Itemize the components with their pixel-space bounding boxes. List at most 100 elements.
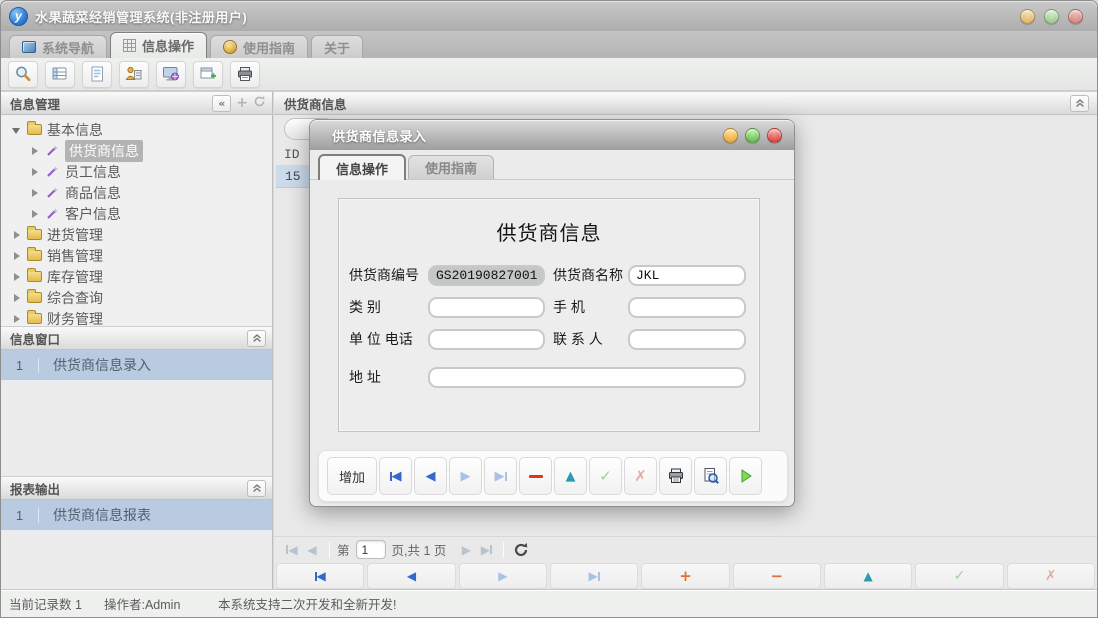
previous-record-button[interactable]: ◀ xyxy=(414,457,447,495)
folder-icon xyxy=(27,292,42,303)
page-number-input[interactable] xyxy=(356,540,386,559)
refresh-tree-icon[interactable] xyxy=(253,95,266,111)
last-record-button[interactable]: ▶ xyxy=(484,457,517,495)
tree-item-basic-info[interactable]: 基本信息 xyxy=(1,119,272,140)
tree-item-finance-mgmt[interactable]: 财务管理 xyxy=(1,308,272,326)
tab-system-nav[interactable]: 系统导航 xyxy=(9,35,107,58)
tree-item-purchase-mgmt[interactable]: 进货管理 xyxy=(1,224,272,245)
delete-icon xyxy=(529,475,543,478)
print-record-button[interactable] xyxy=(659,457,692,495)
record-up-button[interactable]: ▲ xyxy=(824,563,912,589)
next-record-button[interactable]: ▶ xyxy=(449,457,482,495)
tab-info-operations[interactable]: 信息操作 xyxy=(110,32,207,58)
employee-report-button[interactable] xyxy=(119,61,149,88)
tree-item-sales-mgmt[interactable]: 销售管理 xyxy=(1,245,272,266)
minimize-button[interactable] xyxy=(1020,9,1035,24)
tree-item-inventory-mgmt[interactable]: 库存管理 xyxy=(1,266,272,287)
collapse-sidebar-button[interactable]: « xyxy=(212,95,231,112)
first-record-button[interactable]: ◀ xyxy=(379,457,412,495)
record-last-button[interactable]: ▶ xyxy=(550,563,638,589)
supplier-entry-dialog: 供货商信息录入 信息操作 使用指南 供货商信息 供货商编号 供货商名称 类 别 … xyxy=(309,119,795,507)
first-page-icon[interactable]: ◀ xyxy=(282,541,302,559)
dialog-tab-bar: 信息操作 使用指南 xyxy=(310,154,794,180)
record-first-button[interactable]: ◀ xyxy=(276,563,364,589)
page-prefix-label: 第 xyxy=(337,540,350,559)
dialog-tab-user-guide[interactable]: 使用指南 xyxy=(408,155,494,179)
supplier-code-field[interactable] xyxy=(428,265,545,286)
last-page-icon[interactable]: ▶ xyxy=(476,541,496,559)
cancel-button[interactable]: ✗ xyxy=(624,457,657,495)
category-label: 类 别 xyxy=(349,297,381,317)
print-button[interactable] xyxy=(230,61,260,88)
page-suffix-label: 页,共 1 页 xyxy=(392,540,447,559)
tree-item-query[interactable]: 综合查询 xyxy=(1,287,272,308)
tree-item-label: 商品信息 xyxy=(65,183,121,203)
tab-label: 使用指南 xyxy=(425,158,477,177)
collapse-arrow-icon[interactable] xyxy=(11,124,23,136)
search-button[interactable] xyxy=(8,61,38,88)
list-view-button[interactable] xyxy=(45,61,75,88)
list-item-supplier-report[interactable]: 1 供货商信息报表 xyxy=(1,500,272,531)
folder-icon xyxy=(27,250,42,261)
collapse-panel-button[interactable] xyxy=(247,330,266,347)
mobile-field[interactable] xyxy=(628,297,746,318)
delete-record-button[interactable] xyxy=(519,457,552,495)
list-item-supplier-entry[interactable]: 1 供货商信息录入 xyxy=(1,350,272,381)
window-add-button[interactable] xyxy=(193,61,223,88)
info-window-panel-header: 信息窗口 xyxy=(1,326,272,350)
run-report-button[interactable] xyxy=(729,457,762,495)
monitor-button[interactable] xyxy=(156,61,186,88)
expand-arrow-icon[interactable] xyxy=(29,208,41,220)
expand-arrow-icon[interactable] xyxy=(11,271,23,283)
expand-arrow-icon[interactable] xyxy=(29,166,41,178)
address-field[interactable] xyxy=(428,367,746,388)
expand-arrow-icon[interactable] xyxy=(29,145,41,157)
collapse-panel-button[interactable] xyxy=(247,480,266,497)
collapse-main-panel-button[interactable] xyxy=(1070,95,1089,112)
contact-label: 联 系 人 xyxy=(553,329,603,349)
close-button[interactable] xyxy=(1068,9,1083,24)
help-coin-icon xyxy=(223,40,237,54)
dialog-window-controls xyxy=(723,128,782,143)
expand-arrow-icon[interactable] xyxy=(11,292,23,304)
category-field[interactable] xyxy=(428,297,545,318)
dialog-close-button[interactable] xyxy=(767,128,782,143)
tree-item-employee-info[interactable]: 员工信息 xyxy=(1,161,272,182)
tab-user-guide[interactable]: 使用指南 xyxy=(210,35,308,58)
unit-phone-field[interactable] xyxy=(428,329,545,350)
expand-arrow-icon[interactable] xyxy=(11,313,23,325)
maximize-button[interactable] xyxy=(1044,9,1059,24)
move-up-button[interactable]: ▲ xyxy=(554,457,587,495)
dialog-tab-info-operations[interactable]: 信息操作 xyxy=(318,154,406,180)
next-page-icon[interactable]: ▶ xyxy=(456,541,476,559)
add-button-label: 增加 xyxy=(339,467,365,486)
add-record-button[interactable]: 增加 xyxy=(327,457,377,495)
record-confirm-button[interactable]: ✓ xyxy=(915,563,1003,589)
record-previous-button[interactable]: ◀ xyxy=(367,563,455,589)
record-cancel-button[interactable]: ✗ xyxy=(1007,563,1095,589)
dialog-maximize-button[interactable] xyxy=(745,128,760,143)
print-preview-button[interactable] xyxy=(694,457,727,495)
refresh-icon[interactable] xyxy=(511,541,531,559)
record-next-button[interactable]: ▶ xyxy=(459,563,547,589)
system-nav-icon xyxy=(22,41,36,53)
operator-label: 操作者:Admin xyxy=(104,594,218,613)
tab-about[interactable]: 关于 xyxy=(311,35,363,58)
add-node-icon[interactable]: + xyxy=(236,96,248,110)
grid-column-header-id: ID xyxy=(284,147,300,162)
record-add-button[interactable]: + xyxy=(641,563,729,589)
document-button[interactable] xyxy=(82,61,112,88)
monitor-globe-icon xyxy=(162,65,180,83)
dialog-minimize-button[interactable] xyxy=(723,128,738,143)
tree-item-supplier-info[interactable]: 供货商信息 xyxy=(1,140,272,161)
record-delete-button[interactable]: − xyxy=(733,563,821,589)
expand-arrow-icon[interactable] xyxy=(11,250,23,262)
tree-item-product-info[interactable]: 商品信息 xyxy=(1,182,272,203)
contact-field[interactable] xyxy=(628,329,746,350)
supplier-name-field[interactable] xyxy=(628,265,746,286)
confirm-button[interactable]: ✓ xyxy=(589,457,622,495)
expand-arrow-icon[interactable] xyxy=(11,229,23,241)
tree-item-customer-info[interactable]: 客户信息 xyxy=(1,203,272,224)
previous-page-icon[interactable]: ◀ xyxy=(302,541,322,559)
expand-arrow-icon[interactable] xyxy=(29,187,41,199)
